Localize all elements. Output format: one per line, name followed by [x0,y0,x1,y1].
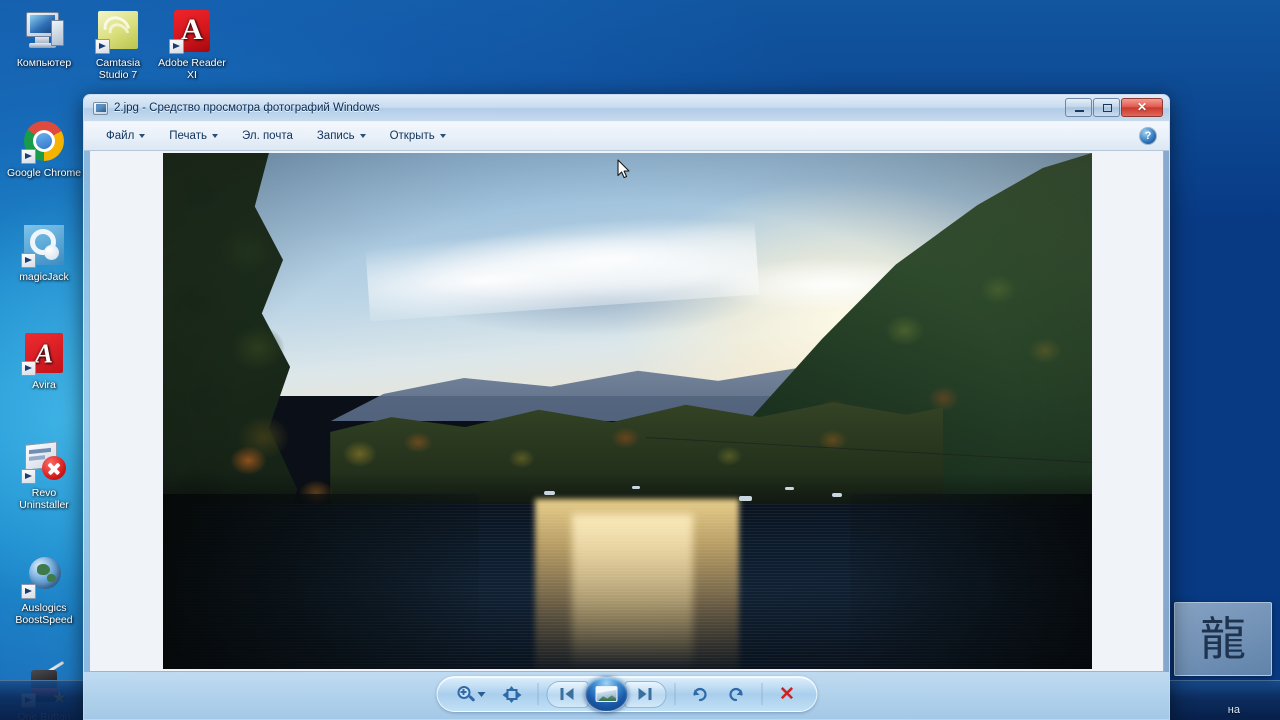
delete-icon: ✕ [779,683,795,705]
fit-to-window-icon [502,685,522,703]
window-controls: ✕ [1065,98,1163,117]
slideshow-button[interactable] [584,676,628,712]
menu-bar[interactable]: Файл Печать Эл. почта Запись Открыть ? [84,122,1169,151]
help-icon[interactable]: ? [1139,127,1157,145]
menu-label: Файл [106,130,135,142]
delete-button[interactable]: ✕ [770,680,804,708]
desktop-icon-google-chrome[interactable]: Google Chrome [6,118,82,180]
rotate-counterclockwise-button[interactable] [683,680,717,708]
photo-vignette [163,153,1092,669]
chevron-down-icon [359,134,366,138]
desktop-icon-revo-uninstaller[interactable]: Revo Uninstaller [6,438,82,511]
zoom-in-icon [457,685,475,703]
desktop-icon-avira[interactable]: A Avira [6,330,82,392]
divider [761,683,762,705]
photo-viewer-window[interactable]: 2.jpg - Средство просмотра фотографий Wi… [83,94,1170,720]
dragon-icon: 龍 [1200,613,1246,665]
desktop-icon-label: magicJack [19,271,69,283]
shortcut-arrow-icon [169,39,184,54]
taskbar-text: на [1227,704,1240,716]
close-button[interactable]: ✕ [1121,98,1163,117]
previous-image-button[interactable] [546,680,588,708]
desktop-icon-label: Adobe Reader XI [158,57,226,81]
dragon-gadget[interactable]: 龍 [1174,602,1272,676]
photo-image[interactable] [163,153,1092,669]
minimize-button[interactable] [1065,98,1092,117]
shortcut-arrow-icon [21,469,36,484]
next-icon [648,688,652,700]
menu-item-open[interactable]: Открыть [380,126,456,146]
desktop-icon-label: Google Chrome [6,167,82,179]
rotate-ccw-icon [691,685,710,704]
desktop-icon-computer[interactable]: Компьютер [6,8,82,70]
auslogics-boostspeed-icon [21,553,67,599]
shortcut-arrow-icon [21,149,36,164]
desktop-icon-label: Auslogics BoostSpeed [15,602,73,626]
adobe-reader-icon: A [169,8,215,54]
close-icon: ✕ [1136,100,1148,114]
shortcut-arrow-icon [21,361,36,376]
fit-to-window-button[interactable] [495,680,529,708]
rotate-cw-icon [727,685,746,704]
shortcut-arrow-icon [21,253,36,268]
desktop-icon-label: Revo Uninstaller [19,487,69,511]
menu-item-print[interactable]: Печать [159,126,228,146]
menu-item-burn[interactable]: Запись [307,126,376,146]
menu-label: Запись [316,130,355,142]
maximize-button[interactable] [1093,98,1120,117]
desktop-icon-adobe-reader-xi[interactable]: A Adobe Reader XI [154,8,230,81]
chrome-icon [21,118,67,164]
photo-viewer-icon [93,101,108,115]
next-image-button[interactable] [624,680,666,708]
menu-label: Открыть [389,130,435,142]
camtasia-icon [95,8,141,54]
magicjack-icon [21,222,67,268]
divider [537,683,538,705]
window-title-bar[interactable]: 2.jpg - Средство просмотра фотографий Wi… [84,95,1169,122]
slideshow-icon [595,686,617,702]
chevron-down-icon [139,134,146,138]
revo-uninstaller-icon [21,438,67,484]
image-canvas[interactable] [89,151,1164,672]
chevron-down-icon [211,134,218,138]
desktop-icon-auslogics-boostspeed[interactable]: Auslogics BoostSpeed [6,553,82,626]
menu-item-email[interactable]: Эл. почта [232,126,303,146]
previous-icon [560,688,564,700]
divider [674,683,675,705]
chevron-down-icon [439,134,446,138]
rotate-clockwise-button[interactable] [719,680,753,708]
desktop-icon-camtasia-studio-7[interactable]: Camtasia Studio 7 [80,8,156,81]
shortcut-arrow-icon [95,39,110,54]
chevron-down-icon [477,691,485,697]
menu-label: Печать [169,130,207,142]
desktop-icon-magicjack[interactable]: magicJack [6,222,82,284]
menu-label: Эл. почта [241,130,293,142]
desktop-icon-label: Camtasia Studio 7 [95,57,141,81]
computer-icon [21,8,67,54]
menu-item-file[interactable]: Файл [96,126,155,146]
viewer-control-bar[interactable]: ✕ [436,676,817,712]
desktop-icon-label: Avira [32,379,56,391]
desktop-icon-label: Компьютер [16,57,72,69]
avira-icon: A [21,330,67,376]
shortcut-arrow-icon [21,584,36,599]
zoom-button[interactable] [449,680,493,708]
viewer-bottom-panel: ✕ [84,672,1169,719]
window-title: 2.jpg - Средство просмотра фотографий Wi… [114,102,380,114]
mouse-cursor [617,159,631,180]
